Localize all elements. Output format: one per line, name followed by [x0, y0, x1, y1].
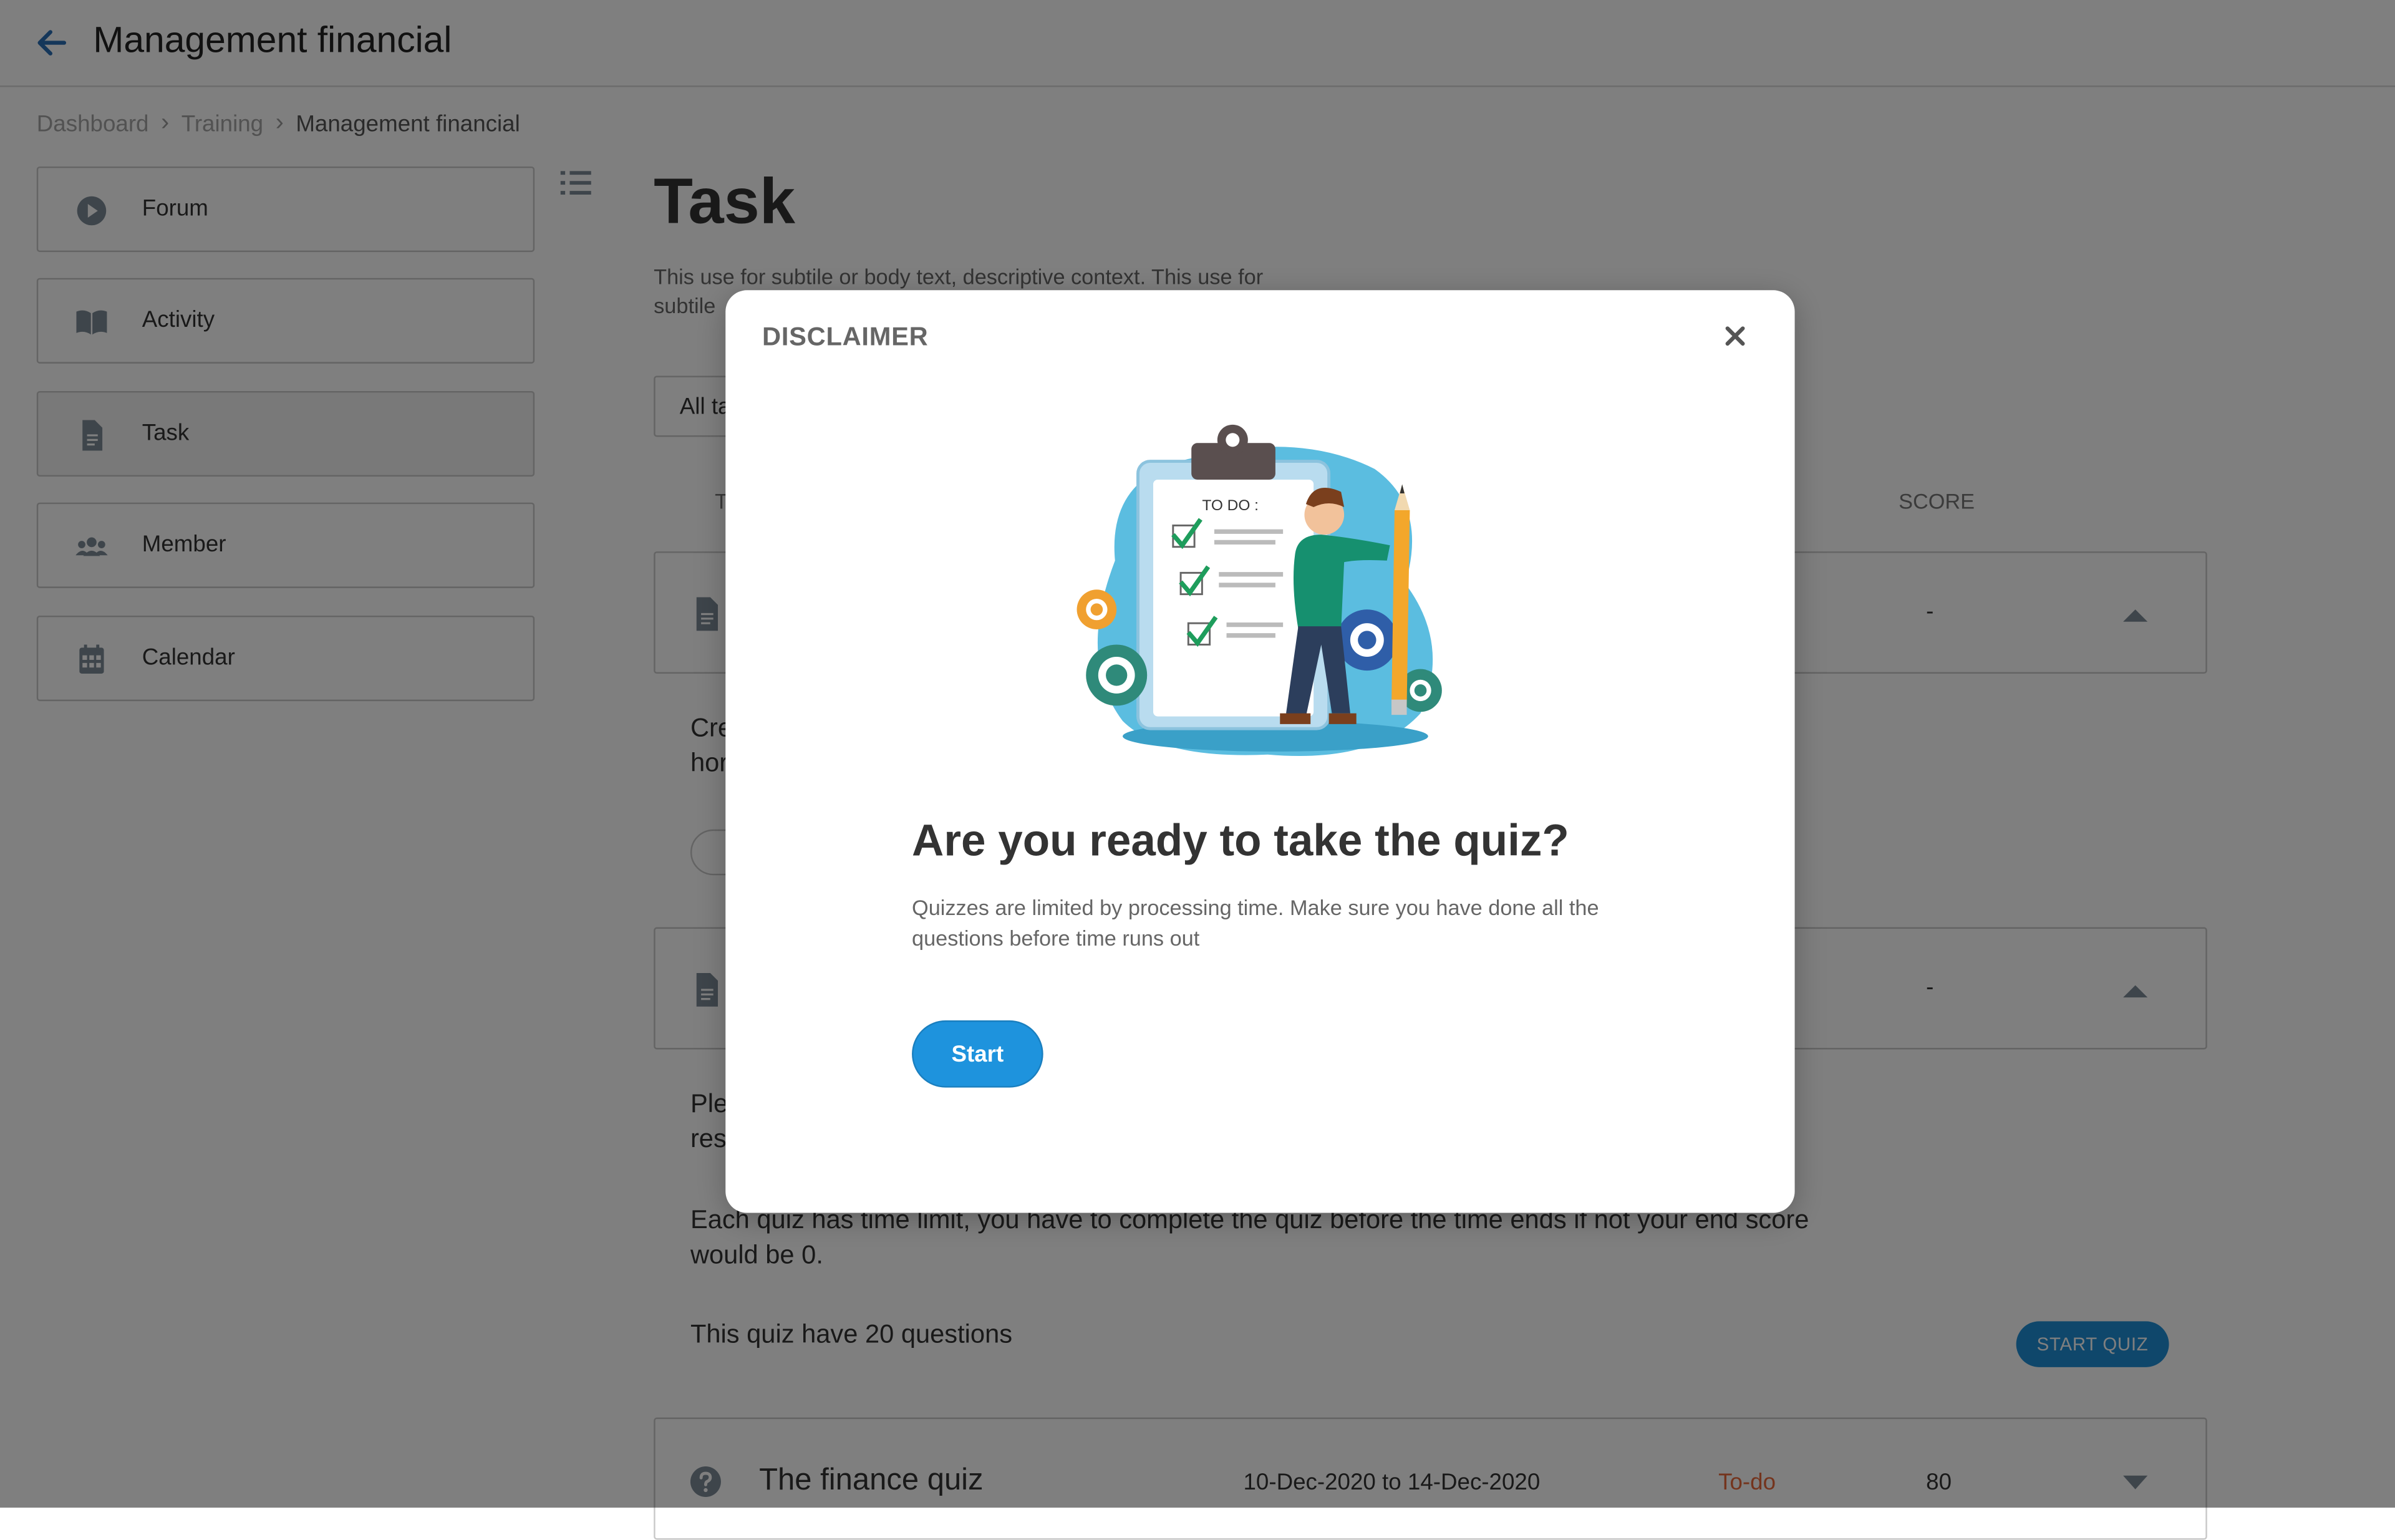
- dialog-heading: Are you ready to take the quiz?: [912, 817, 1569, 866]
- disclaimer-dialog: DISCLAIMER TO DO : Are you ready to take…: [725, 290, 1795, 1213]
- illustration-text: TO DO :: [1202, 497, 1259, 514]
- clipboard-illustration: TO DO :: [1077, 424, 1442, 757]
- dialog-body-text: Quizzes are limited by processing time. …: [912, 895, 1599, 951]
- dialog-title: DISCLAIMER: [762, 322, 929, 352]
- close-icon[interactable]: [1723, 324, 1747, 348]
- start-button[interactable]: Start: [912, 1020, 1043, 1088]
